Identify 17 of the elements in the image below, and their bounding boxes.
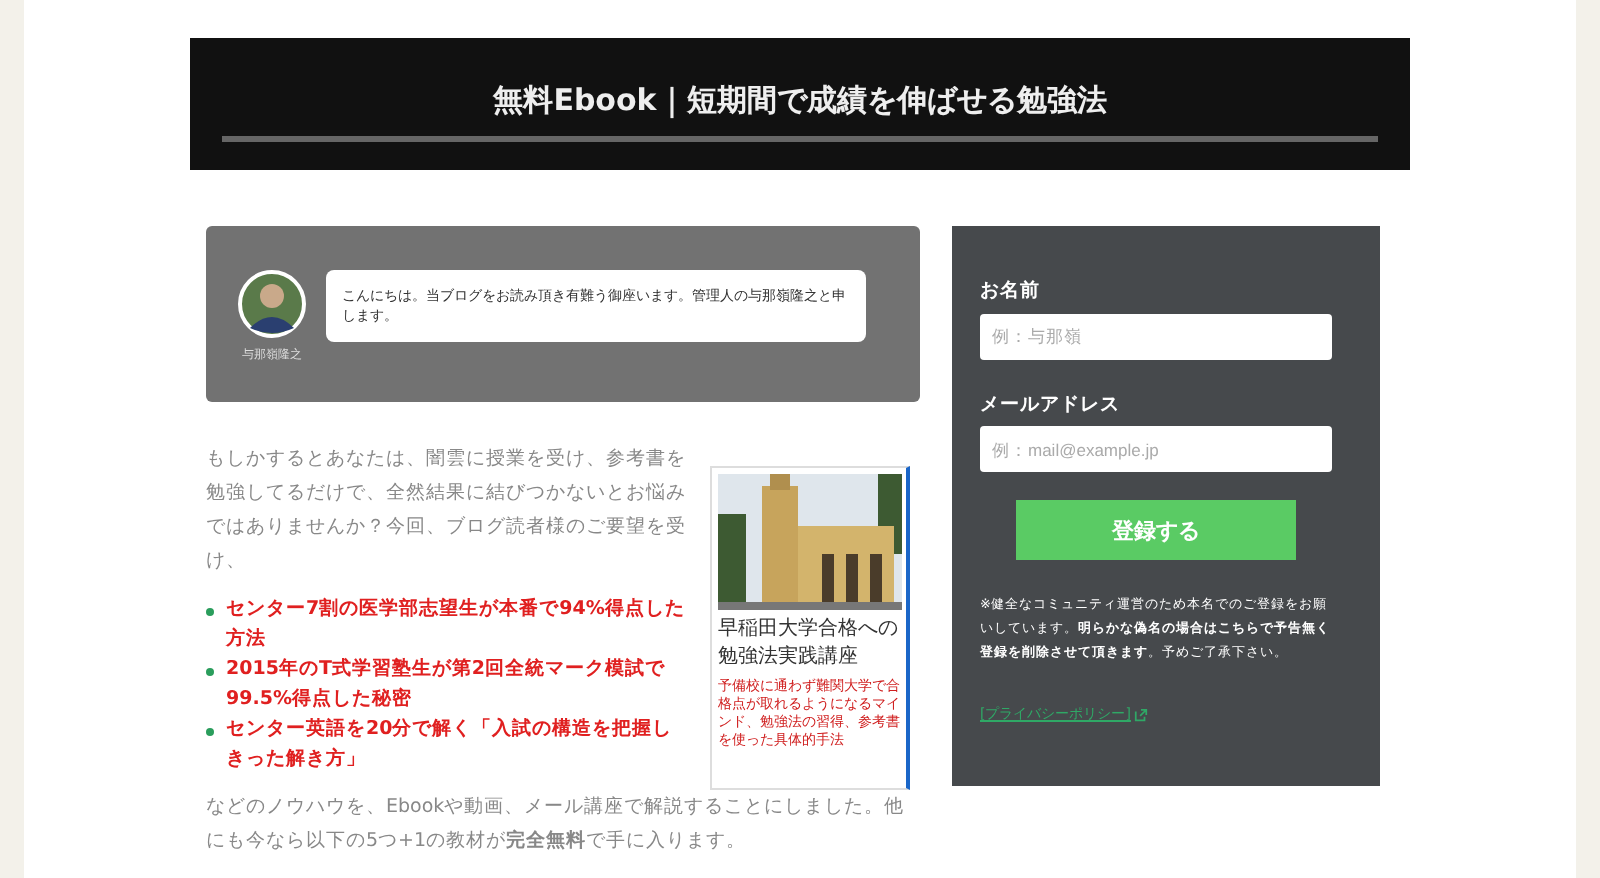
register-button[interactable]: 登録する — [1016, 500, 1296, 560]
avatar-icon — [238, 270, 306, 338]
field-label: メールアドレス — [980, 391, 1122, 417]
bullet-icon — [206, 728, 214, 736]
highlight-text: 2015年のT式学習塾生が第2回全統マーク模試で99.5%得点した秘密 — [226, 655, 668, 714]
input-field[interactable]: 例：与那嶺 — [980, 313, 1332, 359]
outro-text: などのノウハウを、Ebookや動画、メール講座で解説することにしました。他にも今なら以下の5つ+1の教材が完全無料で手に入ります。 — [206, 794, 907, 856]
field-label: お名前 — [980, 278, 1042, 304]
book-title: 早稲田大学合格への勉強法実践講座 — [718, 616, 900, 672]
input-field[interactable]: 例：mail@example.jp — [980, 426, 1332, 472]
highlight-text: センター7割の医学部志望生が本番で94%得点した方法 — [226, 595, 686, 654]
external-link-icon — [1134, 707, 1149, 721]
bullet-icon — [206, 668, 214, 676]
page-title: 無料Ebook｜短期間で成績を伸ばせる勉強法 — [491, 80, 1109, 122]
highlight-text: センター英語を20分で解く「入試の構造を把握しきった解き方」 — [226, 715, 675, 774]
bullet-icon — [206, 608, 214, 616]
intro-text: もしかするとあなたは、闇雲に授業を受け、参考書を勉強してるだけで、全然結果に結びつかないとお悩みではありませんか？今回、ブログ読者様のご要望を受け、 — [206, 446, 686, 576]
